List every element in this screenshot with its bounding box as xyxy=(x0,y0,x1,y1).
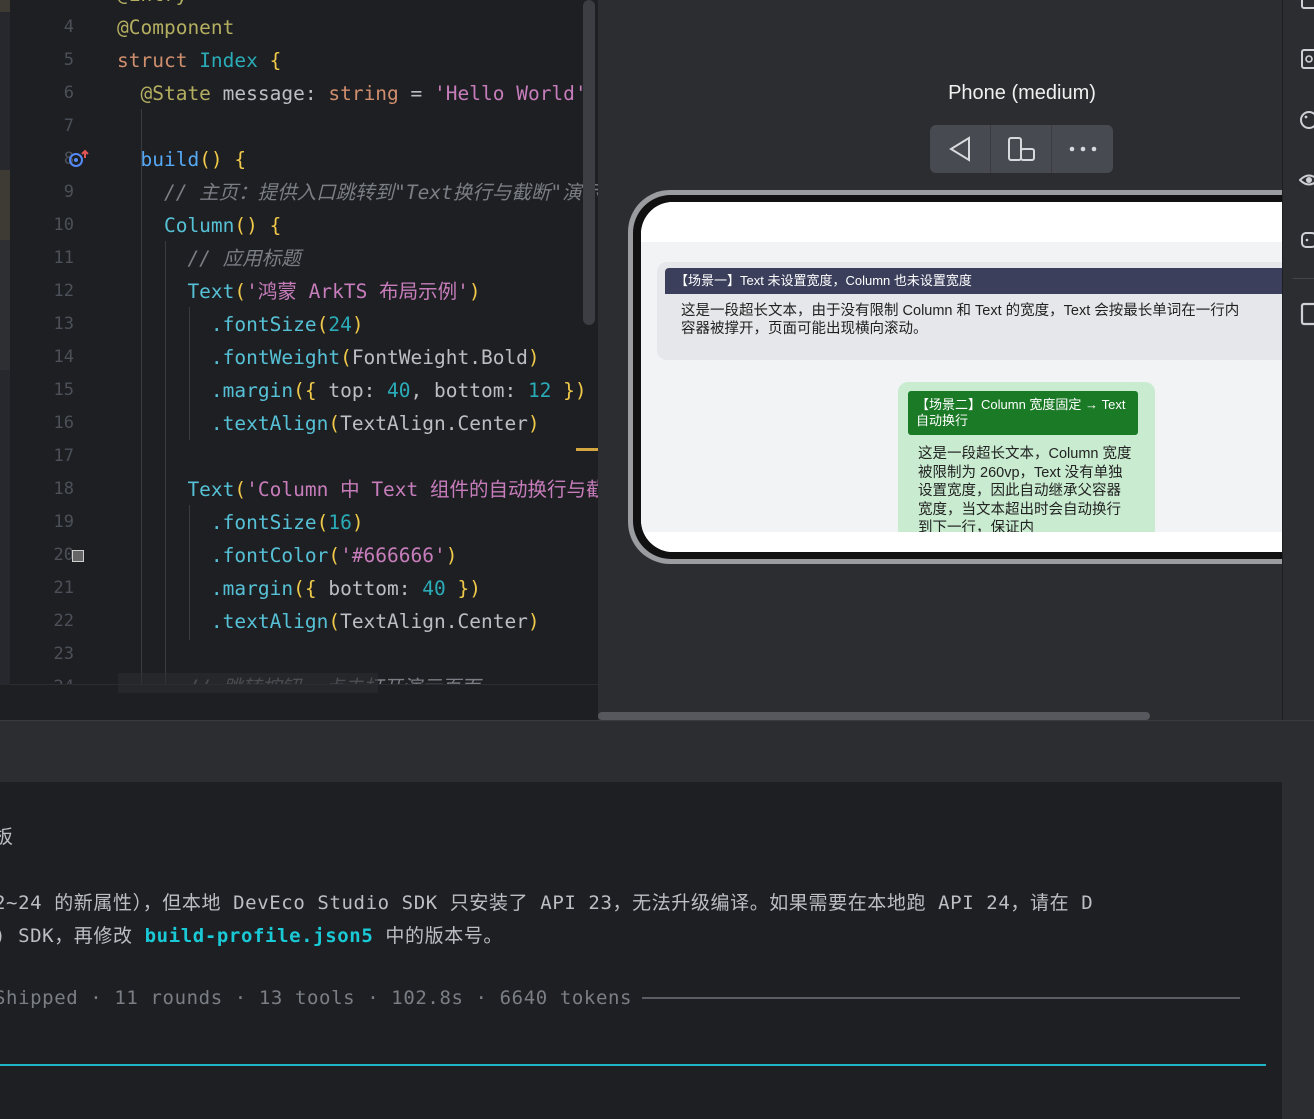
color-swatch-icon[interactable] xyxy=(72,550,84,562)
device-manager-icon[interactable] xyxy=(1299,48,1314,72)
previewer-panel: Phone (medium) 【场景一】Text 未设置宽度，Column 也未… xyxy=(598,0,1282,720)
status-bar xyxy=(641,202,1282,242)
line-number: 12 xyxy=(53,281,74,301)
terminal-line-3: ) SDK，再修改 build-profile.json5 中的版本号。 xyxy=(0,921,503,948)
palette-icon[interactable] xyxy=(1299,108,1314,132)
scene1-body-line2: 容器被撑开，页面可能出现横向滚动。 xyxy=(681,321,928,337)
back-button[interactable] xyxy=(930,125,991,173)
run-target-icon[interactable] xyxy=(68,149,92,169)
previewer-toolbar xyxy=(930,125,1113,173)
terminal-side-rail xyxy=(1282,782,1314,1119)
line-number: 15 xyxy=(53,380,74,400)
code-line[interactable]: // 主页：提供入口跳转到"Text换行与截断"演示 xyxy=(117,176,598,209)
app-content[interactable]: 【场景一】Text 未设置宽度，Column 也未设置宽度 这是一段超长文本，由… xyxy=(641,242,1282,542)
editor-warning-marker[interactable] xyxy=(576,448,598,451)
line-number: 20 xyxy=(53,545,74,565)
phone-screen[interactable]: 【场景一】Text 未设置宽度，Column 也未设置宽度 这是一段超长文本，由… xyxy=(641,202,1282,552)
code-line[interactable]: @State message: string = 'Hello World' xyxy=(117,77,586,110)
rotate-device-button[interactable] xyxy=(991,125,1052,173)
indent-guide xyxy=(189,505,190,640)
notifications-icon[interactable] xyxy=(1299,0,1314,16)
editor-vertical-scrollbar[interactable] xyxy=(583,0,595,325)
terminal-panel[interactable]: 板 2~24 的新属性），但本地 DevEco Studio SDK 只安装了 … xyxy=(0,782,1282,1119)
terminal-input-underline[interactable] xyxy=(0,1064,1266,1066)
editor-footer xyxy=(0,673,598,720)
right-tool-rail xyxy=(1282,0,1314,720)
terminal-line-1: 板 xyxy=(0,826,14,848)
previewer-horizontal-scrollbar[interactable] xyxy=(598,712,1150,720)
terminal-text: ) SDK，再修改 xyxy=(0,925,145,947)
phone-frame: 【场景一】Text 未设置宽度，Column 也未设置宽度 这是一段超长文本，由… xyxy=(628,190,1282,564)
scene2-body: 这是一段超长文本，Column 宽度被限制为 260vp，Text 没有单独设置… xyxy=(918,446,1132,536)
line-number: 10 xyxy=(53,215,74,235)
line-number: 22 xyxy=(53,611,74,631)
more-dots-icon xyxy=(1069,146,1096,152)
scene1-body-line1: 这是一段超长文本，由于没有限制 Column 和 Text 的宽度，Text 会… xyxy=(681,303,1240,319)
code-line[interactable]: .fontColor('#666666') xyxy=(117,539,458,572)
scene1-card: 【场景一】Text 未设置宽度，Column 也未设置宽度 这是一段超长文本，由… xyxy=(657,262,1282,360)
code-line[interactable]: Text('Column 中 Text 组件的自动换行与截断 xyxy=(117,473,598,506)
code-line[interactable]: .fontSize(16) xyxy=(117,506,364,539)
code-line[interactable]: .fontSize(24) xyxy=(117,308,364,341)
code-area[interactable]: @Entry@Componentstruct Index { @State me… xyxy=(117,0,598,684)
line-number: 23 xyxy=(53,644,74,664)
terminal-status-line: Shipped · 11 rounds · 13 tools · 102.8s … xyxy=(0,987,633,1009)
code-line[interactable]: @Component xyxy=(117,11,234,44)
terminal-line-2: 2~24 的新属性），但本地 DevEco Studio SDK 只安装了 AP… xyxy=(0,892,1094,914)
code-line[interactable]: .margin({ bottom: 40 }) xyxy=(117,572,481,605)
terminal-file-name[interactable]: build-profile.json5 xyxy=(145,925,374,947)
line-number: 21 xyxy=(53,578,74,598)
line-number-gutter: 456789101112131415161718192021222324 xyxy=(10,0,114,697)
code-line[interactable]: // 应用标题 xyxy=(117,242,300,275)
indent-guide xyxy=(189,307,190,440)
rotate-device-icon xyxy=(1008,137,1035,161)
line-number: 5 xyxy=(63,50,74,70)
line-number: 4 xyxy=(63,17,74,37)
device-preview-icon[interactable] xyxy=(1299,302,1314,326)
navigation-bar xyxy=(641,532,1282,552)
assistant-icon[interactable] xyxy=(1299,228,1314,252)
more-options-button[interactable] xyxy=(1052,125,1113,173)
code-line[interactable]: build() { xyxy=(117,143,246,176)
scene2-title: 【场景二】Column 宽度固定 → Text 自动换行 xyxy=(908,391,1138,435)
preview-eye-icon[interactable] xyxy=(1299,168,1314,192)
triangle-back-icon xyxy=(949,136,970,162)
line-number: 18 xyxy=(53,479,74,499)
terminal-text: 中的版本号。 xyxy=(373,925,504,947)
rail-separator xyxy=(1293,278,1314,279)
line-number: 9 xyxy=(63,182,74,202)
line-number: 8 xyxy=(63,149,74,169)
scene2-card: 【场景二】Column 宽度固定 → Text 自动换行 这是一段超长文本，Co… xyxy=(898,382,1155,542)
indent-guide xyxy=(141,109,142,684)
code-line[interactable]: struct Index { xyxy=(117,44,281,77)
terminal-tab-bar xyxy=(0,720,1314,782)
code-line[interactable]: .fontWeight(FontWeight.Bold) xyxy=(117,341,540,374)
code-editor[interactable]: 456789101112131415161718192021222324 @En… xyxy=(0,0,598,720)
line-number: 6 xyxy=(63,83,74,103)
line-number: 16 xyxy=(53,413,74,433)
line-number: 19 xyxy=(53,512,74,532)
code-line[interactable]: .textAlign(TextAlign.Center) xyxy=(117,407,540,440)
scene1-body: 这是一段超长文本，由于没有限制 Column 和 Text 的宽度，Text 会… xyxy=(681,302,1282,338)
code-line[interactable]: .margin({ top: 40, bottom: 12 }) xyxy=(117,374,587,407)
indent-guide xyxy=(165,241,166,684)
status-rule xyxy=(642,997,1240,999)
line-number: 7 xyxy=(63,116,74,136)
line-number: 11 xyxy=(53,248,74,268)
line-number: 13 xyxy=(53,314,74,334)
line-number: 14 xyxy=(53,347,74,367)
line-number: 17 xyxy=(53,446,74,466)
code-line[interactable]: .textAlign(TextAlign.Center) xyxy=(117,605,540,638)
editor-change-strip xyxy=(0,0,10,720)
scene1-title: 【场景一】Text 未设置宽度，Column 也未设置宽度 xyxy=(665,268,1282,294)
code-line-partial: @Entry xyxy=(117,0,187,11)
device-label: Phone (medium) xyxy=(948,82,1096,104)
code-line[interactable]: Text('鸿蒙 ArkTS 布局示例') xyxy=(117,275,480,308)
